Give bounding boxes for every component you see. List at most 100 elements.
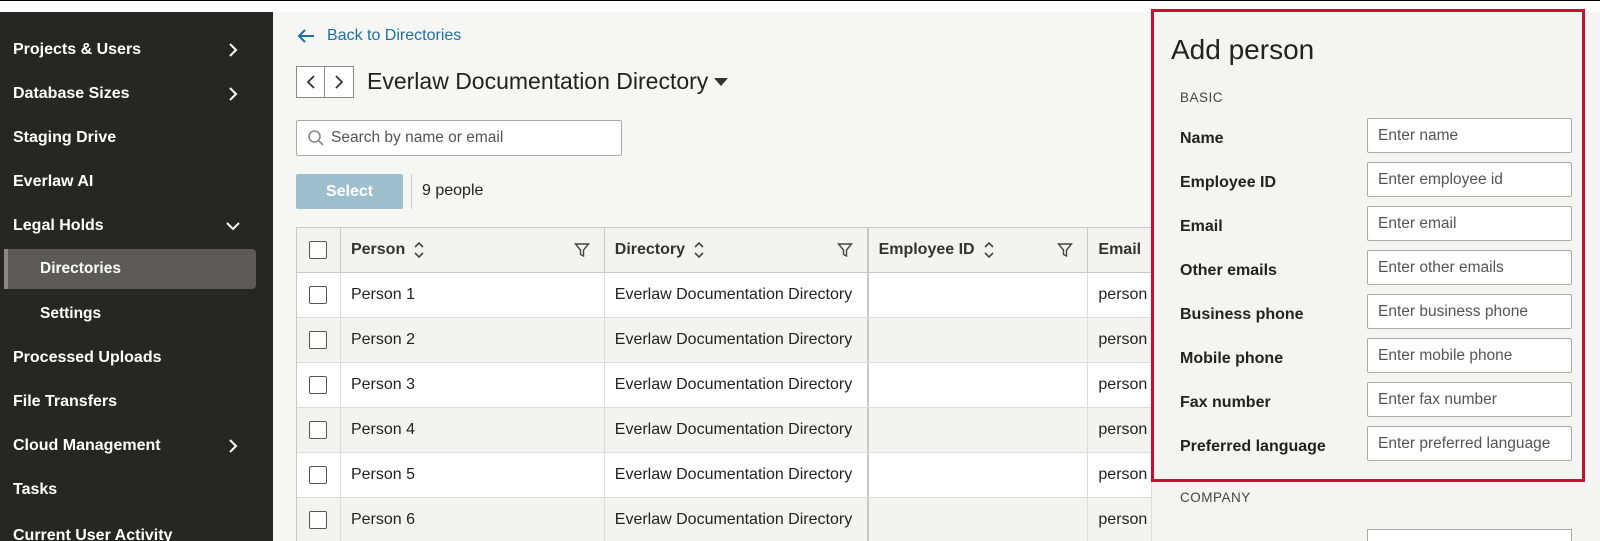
name-field[interactable]	[1367, 118, 1572, 153]
sidebar: Projects & Users Database Sizes Staging …	[0, 12, 273, 541]
person-cell: Person 4	[341, 408, 605, 452]
filter-icon[interactable]	[1057, 242, 1074, 258]
sidebar-item-settings[interactable]: Settings	[0, 294, 273, 334]
field-label-preferred-language: Preferred language	[1180, 438, 1326, 455]
divider	[411, 174, 412, 209]
panel-title: Add person	[1171, 34, 1315, 65]
sidebar-item-database-sizes[interactable]: Database Sizes	[0, 74, 273, 114]
sidebar-item-cloud-management[interactable]: Cloud Management	[0, 426, 273, 466]
sidebar-item-label: Directories	[40, 260, 121, 277]
select-all-checkbox[interactable]	[309, 241, 328, 259]
sidebar-item-label: Everlaw AI	[13, 173, 94, 190]
sidebar-item-staging-drive[interactable]: Staging Drive	[0, 118, 273, 158]
employee-id-cell	[869, 318, 1089, 362]
column-header-label: Person	[350, 241, 406, 258]
sidebar-item-tasks[interactable]: Tasks	[0, 470, 273, 510]
row-checkbox[interactable]	[309, 466, 328, 484]
previous-directory-button[interactable]	[296, 66, 325, 98]
chevron-right-icon	[229, 439, 238, 453]
field-label-name: Name	[1180, 130, 1224, 147]
filter-icon[interactable]	[573, 242, 590, 258]
search-input[interactable]	[331, 129, 611, 147]
search-icon	[308, 130, 324, 146]
add-person-panel: Add person BASIC Name Employee ID Email …	[1151, 12, 1600, 541]
preferred-language-field[interactable]	[1367, 426, 1572, 461]
directory-title-dropdown[interactable]: Everlaw Documentation Directory	[367, 68, 729, 95]
column-header-directory[interactable]: Directory	[605, 228, 869, 272]
caret-down-icon	[714, 77, 729, 86]
employee-id-cell	[869, 363, 1089, 407]
row-checkbox-cell	[297, 363, 341, 407]
sidebar-item-label: Processed Uploads	[13, 349, 162, 366]
section-company-heading: COMPANY	[1180, 490, 1251, 505]
column-header-employee-id[interactable]: Employee ID	[869, 228, 1089, 272]
sidebar-item-label: Current User Activity	[13, 527, 173, 541]
sidebar-item-label: Staging Drive	[13, 129, 117, 146]
sidebar-item-legal-holds[interactable]: Legal Holds	[0, 206, 273, 246]
directory-cell: Everlaw Documentation Directory	[605, 453, 869, 497]
directory-nav	[296, 66, 354, 98]
select-all-cell	[297, 228, 341, 272]
sidebar-item-label: Projects & Users	[13, 41, 142, 58]
chevron-right-icon	[229, 43, 238, 57]
people-count: 9 people	[422, 182, 484, 199]
column-header-label: Employee ID	[878, 241, 975, 258]
company-field[interactable]	[1367, 529, 1572, 541]
sidebar-item-everlaw-ai[interactable]: Everlaw AI	[0, 162, 273, 202]
section-basic-heading: BASIC	[1180, 90, 1224, 105]
back-link-label: Back to Directories	[327, 27, 462, 44]
chevron-down-icon	[226, 222, 240, 231]
row-checkbox[interactable]	[309, 421, 328, 439]
sort-icon[interactable]	[413, 241, 425, 259]
row-checkbox[interactable]	[309, 511, 328, 529]
select-button[interactable]: Select	[296, 174, 403, 209]
business-phone-field[interactable]	[1367, 294, 1572, 329]
directory-cell: Everlaw Documentation Directory	[605, 318, 869, 362]
sidebar-item-label: Legal Holds	[13, 217, 104, 234]
back-to-directories-link[interactable]: Back to Directories	[297, 25, 461, 47]
employee-id-cell	[869, 273, 1089, 317]
field-label-fax-number: Fax number	[1180, 394, 1271, 411]
sidebar-item-label: Cloud Management	[13, 437, 161, 454]
row-checkbox-cell	[297, 498, 341, 541]
mobile-phone-field[interactable]	[1367, 338, 1572, 373]
column-header-person[interactable]: Person	[341, 228, 605, 272]
sidebar-item-directories[interactable]: Directories	[4, 249, 256, 289]
person-cell: Person 1	[341, 273, 605, 317]
sidebar-item-current-user-activity[interactable]: Current User Activity	[0, 516, 273, 541]
sidebar-item-processed-uploads[interactable]: Processed Uploads	[0, 338, 273, 378]
sidebar-item-file-transfers[interactable]: File Transfers	[0, 382, 273, 422]
chevron-right-icon	[335, 75, 344, 89]
sidebar-item-label: File Transfers	[13, 393, 118, 410]
employee-id-cell	[869, 408, 1089, 452]
directory-title: Everlaw Documentation Directory	[367, 68, 709, 94]
email-field[interactable]	[1367, 206, 1572, 241]
person-cell: Person 2	[341, 318, 605, 362]
person-cell: Person 6	[341, 498, 605, 541]
row-checkbox[interactable]	[309, 376, 328, 394]
employee-id-cell	[869, 498, 1089, 541]
sort-icon[interactable]	[693, 241, 705, 259]
next-directory-button[interactable]	[325, 66, 354, 98]
sidebar-item-label: Tasks	[13, 481, 58, 498]
sidebar-item-projects-users[interactable]: Projects & Users	[0, 30, 273, 70]
arrow-left-icon	[297, 29, 314, 43]
fax-number-field[interactable]	[1367, 382, 1572, 417]
active-indicator	[4, 249, 8, 289]
column-header-label: Directory	[614, 241, 686, 258]
row-checkbox-cell	[297, 318, 341, 362]
row-checkbox-cell	[297, 408, 341, 452]
field-label-employee-id: Employee ID	[1180, 174, 1277, 191]
sidebar-item-label: Database Sizes	[13, 85, 130, 102]
row-checkbox[interactable]	[309, 286, 328, 304]
employee-id-cell	[869, 453, 1089, 497]
app-window: Projects & Users Database Sizes Staging …	[0, 0, 1600, 541]
row-checkbox[interactable]	[309, 331, 328, 349]
employee-id-field[interactable]	[1367, 162, 1572, 197]
chevron-left-icon	[306, 75, 315, 89]
filter-icon[interactable]	[836, 242, 853, 258]
sort-icon[interactable]	[983, 241, 995, 259]
person-cell: Person 5	[341, 453, 605, 497]
other-emails-field[interactable]	[1367, 250, 1572, 285]
directory-cell: Everlaw Documentation Directory	[605, 363, 869, 407]
